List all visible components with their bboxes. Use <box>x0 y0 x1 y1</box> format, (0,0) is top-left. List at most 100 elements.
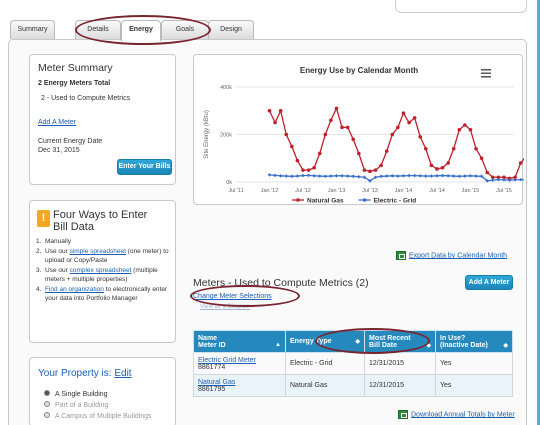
x-tick-label: Jan '15 <box>462 188 480 194</box>
chart-menu-icon[interactable] <box>481 69 491 71</box>
electric-point <box>267 173 272 177</box>
gas-point <box>412 116 417 120</box>
way-link[interactable]: Find an organization <box>45 286 104 293</box>
electric-point <box>518 177 523 182</box>
legend-label[interactable]: Natural Gas <box>307 198 344 205</box>
current-date: Dec 31, 2015 <box>38 147 80 154</box>
col-inuse[interactable]: In Use? (Inactive Date) ◆ <box>435 330 513 353</box>
gas-point <box>362 168 367 172</box>
radio-icon[interactable] <box>44 390 50 396</box>
four-ways-list: 1. Manually 2. Use our simple spreadsheet (… <box>36 237 172 304</box>
gas-point <box>396 125 400 130</box>
way-pre: Use our <box>45 267 70 274</box>
gas-point <box>468 127 473 132</box>
property-option[interactable]: Part of a Building <box>44 400 152 411</box>
way-number: 4. <box>36 286 42 293</box>
gas-point <box>390 132 395 137</box>
way-item: 4. Find an organization to electronically… <box>36 285 172 303</box>
meter-id: 8861795 <box>198 385 226 393</box>
download-row[interactable]: Download Annual Totals by Meter <box>398 410 515 419</box>
electric-point <box>306 173 311 178</box>
x-tick-label: Jan '12 <box>261 188 279 194</box>
tab-design-label: Design <box>220 26 242 33</box>
chart-menu-icon[interactable] <box>481 76 491 78</box>
electric-point <box>440 173 445 178</box>
gas-point <box>429 163 434 168</box>
electric-point <box>513 178 517 182</box>
gas-point <box>401 111 406 115</box>
electric-point <box>435 174 439 178</box>
gas-point <box>273 120 277 125</box>
gas-point <box>323 132 328 137</box>
gas-point <box>384 149 389 153</box>
export-link[interactable]: Export Data by Calendar Month <box>409 252 507 259</box>
gas-point <box>518 161 523 165</box>
gas-point <box>306 168 311 172</box>
top-search-box[interactable] <box>395 0 527 13</box>
property-option[interactable]: A Single Building <box>44 389 152 400</box>
electric-point <box>379 174 383 179</box>
sort-up-icon: ▲ <box>275 341 281 348</box>
meter-name-link[interactable]: Natural Gas <box>198 379 235 386</box>
electric-point <box>390 174 395 178</box>
add-meter-link[interactable]: Add A Meter <box>38 119 76 126</box>
col-name[interactable]: Name Meter ID ▲ <box>193 330 286 353</box>
meter-summary-title: Meter Summary <box>38 62 113 74</box>
way-number: 2. <box>36 248 42 255</box>
legend-marker <box>362 198 367 202</box>
gas-point <box>290 144 294 149</box>
property-option-label: A Campus of Multiple Buildings <box>55 413 152 420</box>
way-number: 1. <box>36 238 42 245</box>
cell-type: Electric - Grid <box>285 352 365 375</box>
x-tick-label: Jan '14 <box>395 188 413 194</box>
col-inuse-label: In Use? <box>440 334 466 342</box>
property-option[interactable]: A Campus of Multiple Buildings <box>44 411 152 422</box>
electric-point <box>345 174 350 178</box>
chart-menu-icon[interactable] <box>481 72 491 75</box>
gas-point <box>334 106 339 111</box>
electric-point <box>423 174 428 178</box>
x-tick-label: Jul '15 <box>496 188 512 194</box>
electric-point <box>429 174 434 178</box>
radio-icon[interactable] <box>44 401 50 407</box>
meter-name-link[interactable]: Electric Grid Meter <box>198 357 256 364</box>
tab-summary[interactable]: Summary <box>10 20 55 39</box>
electric-point <box>351 174 356 179</box>
gas-point <box>317 151 322 156</box>
electric-point <box>463 174 467 178</box>
four-ways-title-2: Bill Data <box>53 221 94 233</box>
gas-point <box>440 165 445 170</box>
download-link[interactable]: Download Annual Totals by Meter <box>411 411 515 418</box>
meter-used: 2 - Used to Compute Metrics <box>41 95 131 102</box>
gas-point <box>357 151 361 156</box>
electric-point <box>451 174 456 178</box>
radio-icon[interactable] <box>44 412 50 418</box>
electric-point <box>329 174 333 178</box>
way-link[interactable]: complex spreadsheet <box>70 267 132 274</box>
electric-point <box>340 174 344 178</box>
property-title: Your Property is: Edit <box>38 368 132 379</box>
tab-design[interactable]: Design <box>208 20 254 39</box>
annotation-oval-energy-type <box>315 328 430 354</box>
legend-marker <box>296 198 300 202</box>
add-meter-button[interactable]: Add A Meter <box>465 275 513 290</box>
export-row[interactable]: Export Data by Calendar Month <box>396 251 507 260</box>
y-axis-label: Site Energy (kBtu) <box>204 110 210 159</box>
property-options: A Single Building Part of a Building A Cam… <box>44 389 152 422</box>
four-ways-box: ! Four Ways to Enter Bill Data 1. Manuall… <box>29 200 176 343</box>
gas-point <box>368 169 372 174</box>
gas-point <box>340 125 344 130</box>
way-link[interactable]: simple spreadsheet <box>70 248 126 255</box>
current-date-label: Current Energy Date <box>38 138 103 145</box>
way-text: Find an organization to electronically e… <box>45 285 172 303</box>
property-box: Your Property is: Edit A Single Building… <box>29 357 176 425</box>
cell-date: 12/31/2015 <box>364 352 436 375</box>
gas-point <box>463 123 467 127</box>
legend-label[interactable]: Electric - Grid <box>374 198 417 205</box>
property-edit-link[interactable]: Edit <box>114 368 131 379</box>
gas-point <box>278 108 283 113</box>
electric-point <box>278 174 283 178</box>
electric-point <box>502 178 506 182</box>
table-row: Electric Grid Meter 8861774 Electric - Gri… <box>193 352 513 375</box>
enter-bills-button[interactable]: Enter Your Bills <box>117 159 172 175</box>
